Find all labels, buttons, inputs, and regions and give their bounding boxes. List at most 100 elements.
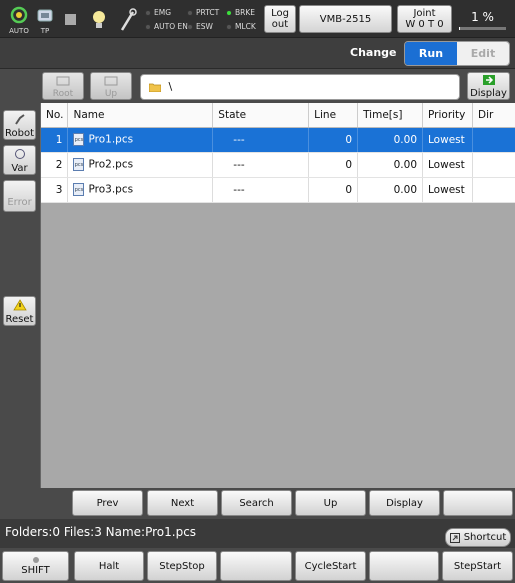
row-name: pcs Pro3.pcs [67, 177, 214, 203]
reset-side-button[interactable]: Reset [3, 296, 36, 326]
change-label: Change [350, 46, 397, 59]
row-priority: Lowest [422, 177, 473, 203]
table-row[interactable]: 3 pcs Pro3.pcs --- 0 0.00 Lowest [41, 177, 515, 203]
col-line[interactable]: Line [308, 103, 359, 128]
next-button[interactable]: Next [147, 490, 218, 516]
folder-icon [148, 83, 162, 93]
brke-dot [226, 10, 232, 16]
col-no[interactable]: No. [41, 103, 69, 128]
emg-dot [145, 10, 151, 16]
speed-value: 1 % [471, 10, 494, 24]
lightbulb-icon [93, 11, 105, 28]
status-bar-top: AUTO TP EMG AUTO EN PRTCT ESW BRKE MLCK … [0, 0, 515, 38]
speed-indicator[interactable]: 1 % [455, 5, 510, 33]
row-no: 3 [41, 177, 69, 203]
pcs-file-icon: pcs [73, 158, 85, 171]
table-header-row: No. Name State Line Time[s] Priority Dir [41, 103, 515, 128]
row-dir [472, 177, 515, 203]
up-button[interactable]: Up [295, 490, 366, 516]
row-priority: Lowest [422, 127, 473, 153]
path-field[interactable]: \ [140, 74, 460, 100]
pcs-file-icon: pcs [73, 183, 85, 196]
mlck-dot [226, 24, 232, 30]
row-dir [472, 127, 515, 153]
status-text: Folders:0 Files:3 Name:Pro1.pcs [5, 525, 197, 539]
blank-bottom-button-2[interactable] [369, 551, 439, 581]
indicator-auto-en: AUTO EN [145, 22, 188, 31]
table-row[interactable]: 1 pcs Pro1.pcs --- 0 0.00 Lowest [41, 127, 515, 153]
logout-button[interactable]: Log out [264, 5, 296, 33]
error-side-button[interactable]: Error [3, 180, 36, 212]
row-line: 0 [308, 127, 359, 153]
program-table: No. Name State Line Time[s] Priority Dir… [41, 103, 515, 203]
search-button[interactable]: Search [221, 490, 292, 516]
speed-bar-fill [459, 27, 460, 30]
shortcut-button[interactable]: Shortcut [445, 528, 511, 547]
row-no: 2 [41, 152, 69, 178]
row-state: --- [212, 127, 310, 153]
row-no: 1 [41, 127, 69, 153]
blank-nav-button[interactable] [443, 490, 513, 516]
indicator-brke: BRKE [226, 8, 255, 17]
col-priority[interactable]: Priority [422, 103, 473, 128]
indicator-emg: EMG [145, 8, 171, 17]
variable-icon [14, 149, 25, 159]
blank-bottom-button-1[interactable] [220, 551, 292, 581]
shift-indicator-dot [32, 556, 39, 563]
indicator-mlck: MLCK [226, 22, 256, 31]
display-arrow-icon [482, 75, 495, 85]
stepstop-button[interactable]: StepStop [147, 551, 217, 581]
app-window: AUTO TP EMG AUTO EN PRTCT ESW BRKE MLCK … [0, 0, 515, 583]
row-time: 0.00 [357, 177, 424, 203]
row-line: 0 [308, 177, 359, 203]
status-bar: Folders:0 Files:3 Name:Pro1.pcs Shortcut [0, 519, 515, 548]
prev-button[interactable]: Prev [72, 490, 143, 516]
wrench-icon [120, 8, 137, 31]
row-dir [472, 152, 515, 178]
up-folder-button[interactable]: Up [90, 72, 132, 100]
tool-indicator [113, 4, 143, 36]
row-time: 0.00 [357, 127, 424, 153]
robot-model-button[interactable]: VMB-2515 [299, 5, 392, 33]
stop-indicator [56, 4, 86, 36]
run-mode-button[interactable]: Run [405, 42, 457, 65]
col-name[interactable]: Name [67, 103, 214, 128]
esw-dot [187, 24, 193, 30]
indicator-esw: ESW [187, 22, 213, 31]
edit-mode-button[interactable]: Edit [457, 42, 509, 65]
halt-button[interactable]: Halt [74, 551, 144, 581]
program-table-area: No. Name State Line Time[s] Priority Dir… [40, 103, 515, 488]
display-button[interactable]: Display [369, 490, 440, 516]
robot-side-button[interactable]: Robot [3, 110, 36, 140]
cyclestart-button[interactable]: CycleStart [295, 551, 366, 581]
col-dir[interactable]: Dir [472, 103, 515, 128]
root-button[interactable]: Root [42, 72, 84, 100]
shift-button[interactable]: SHIFT [2, 551, 69, 581]
col-state[interactable]: State [212, 103, 310, 128]
path-text: \ [168, 80, 173, 93]
row-name: pcs Pro1.pcs [67, 127, 214, 153]
row-state: --- [212, 177, 310, 203]
var-side-button[interactable]: Var [3, 145, 36, 175]
row-state: --- [212, 152, 310, 178]
folder-root-icon [56, 76, 70, 86]
joint-button[interactable]: Joint W 0 T 0 [397, 5, 452, 33]
row-priority: Lowest [422, 152, 473, 178]
folder-up-icon [104, 76, 118, 86]
col-time[interactable]: Time[s] [357, 103, 424, 128]
warning-icon [12, 299, 27, 311]
stepstart-button[interactable]: StepStart [442, 551, 513, 581]
display-toggle-button[interactable]: Display [467, 72, 510, 100]
pcs-file-icon: pcs [73, 133, 85, 146]
prtct-dot [187, 10, 193, 16]
run-edit-toggle[interactable]: Run Edit [404, 41, 510, 66]
row-time: 0.00 [357, 152, 424, 178]
row-name: pcs Pro2.pcs [67, 152, 214, 178]
indicator-prtct: PRTCT [187, 8, 219, 17]
stop-square-icon [65, 14, 76, 25]
shortcut-icon [449, 532, 460, 543]
lamp-indicator [85, 4, 115, 36]
speed-bar [459, 27, 506, 30]
row-line: 0 [308, 152, 359, 178]
table-row[interactable]: 2 pcs Pro2.pcs --- 0 0.00 Lowest [41, 152, 515, 178]
